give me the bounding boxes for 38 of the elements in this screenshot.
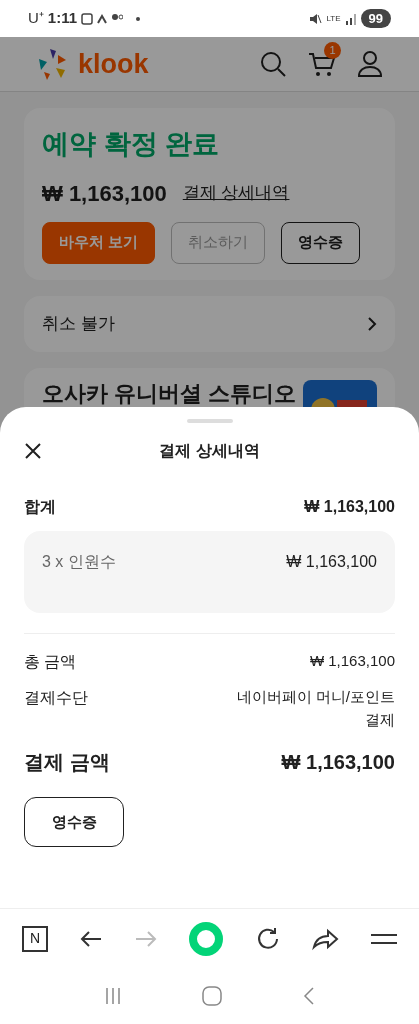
battery-indicator: 99 [360,8,391,29]
booking-status: 예약 확정 완료 [42,128,220,161]
tabs-button[interactable]: N [22,925,48,952]
product-title: 오사카 유니버셜 스튜디오 [42,379,297,407]
home-button-icon[interactable] [202,986,223,1006]
detail-value: 네이버페이 머니/포인트 결제 [235,687,395,730]
item-value: ₩ 1,163,100 [286,552,377,572]
back-nav-icon[interactable] [302,987,315,1005]
payment-details-link[interactable]: 결제 상세내역 [182,180,290,206]
item-label: 3 x 인원수 [42,552,116,572]
carrier-label: U⁺ [28,8,44,29]
dot-icon [135,15,142,22]
detail-value: ₩ 1,163,100 [308,651,395,671]
share-icon[interactable] [311,926,340,951]
close-icon[interactable] [24,442,42,460]
mute-icon [308,11,323,26]
user-icon[interactable] [357,50,383,78]
cart-badge: 1 [324,42,341,59]
total-value: ₩ 1,163,100 [304,497,395,517]
receipt-button[interactable]: 영수증 [24,797,124,847]
detail-label: 총 금액 [24,652,77,672]
back-icon[interactable] [79,928,104,949]
payment-amount-value: ₩ 1,163,100 [281,750,395,775]
cancel-policy-row[interactable]: 취소 불가 [24,295,395,352]
drag-handle[interactable] [186,419,233,423]
menu-icon[interactable] [370,931,397,946]
logo-text: klook [78,47,149,81]
network-label: LTE [326,14,341,23]
detail-label: 결제수단 [24,688,88,708]
signal-icon [344,12,357,25]
booking-amount: ₩ 1,163,100 [42,179,167,208]
total-label: 합계 [24,497,56,517]
booking-button[interactable]: 영수증 [281,221,361,264]
clock: 1:11 [47,8,78,29]
chevron-right-icon [367,315,377,332]
search-icon[interactable] [259,50,287,78]
payment-amount-label: 결제 금액 [24,750,110,775]
sheet-title: 결제 상세내역 [159,441,260,461]
